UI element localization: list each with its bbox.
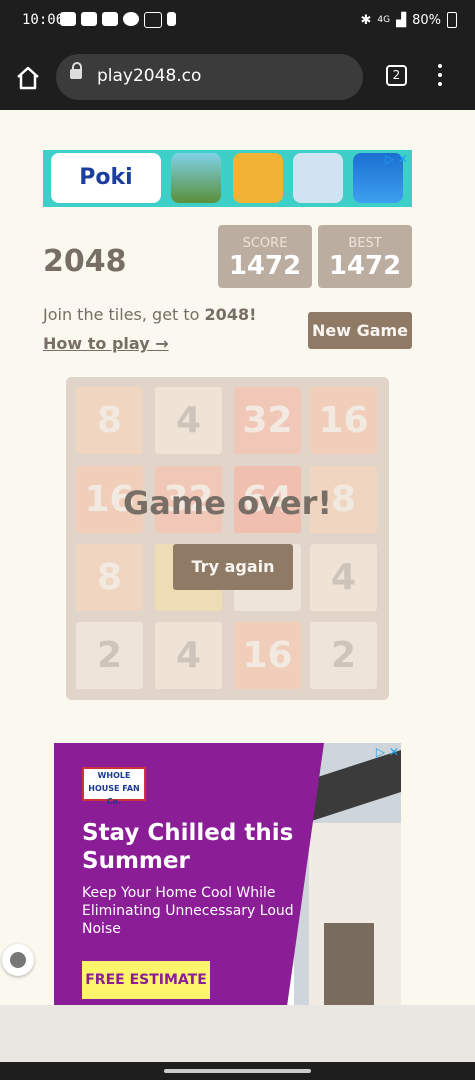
how-to-play-link[interactable]: How to play → <box>43 334 169 353</box>
address-bar[interactable]: play2048.co <box>56 54 363 100</box>
adchoices-icon[interactable]: ▷ ✕ <box>385 152 408 166</box>
advertiser-logo: WHOLE HOUSE FAN Co. <box>82 767 146 806</box>
tab-switcher-button[interactable]: 2 <box>386 65 407 86</box>
lock-icon <box>70 62 82 79</box>
aperture-icon <box>123 12 139 26</box>
home-icon[interactable] <box>14 64 42 92</box>
bottom-ad-banner[interactable]: WHOLE HOUSE FAN Co. Stay Chilled this Su… <box>54 743 401 1005</box>
ad-game-thumbnail <box>233 153 283 203</box>
floating-assistant-button[interactable] <box>2 944 34 976</box>
signal-icon: ▟ <box>396 12 407 28</box>
adchoices-icon[interactable]: ▷ ✕ <box>376 745 399 759</box>
ad-cta-button[interactable]: FREE ESTIMATE <box>82 961 210 999</box>
overflow-menu-icon[interactable] <box>437 64 443 88</box>
score-box: SCORE 1472 <box>218 225 312 288</box>
gesture-handle[interactable] <box>164 1069 311 1073</box>
bluetooth-icon: ✱ <box>360 12 372 28</box>
top-ad-banner[interactable]: Poki ▷ ✕ <box>43 150 412 207</box>
intro-text: Join the tiles, get to 2048! <box>43 305 257 324</box>
notification-icons <box>60 12 176 28</box>
score-value: 1472 <box>228 251 302 281</box>
battery-icon <box>447 12 457 28</box>
best-label: BEST <box>348 236 382 251</box>
status-right: ✱ 4G ▟ 80% <box>360 12 457 28</box>
network-icon: 4G <box>377 15 391 25</box>
youtube-icon <box>102 12 118 26</box>
intro-goal: 2048! <box>204 305 257 324</box>
browser-toolbar: play2048.co 2 <box>0 44 475 110</box>
game-over-message: Game over! <box>123 484 332 522</box>
url-text: play2048.co <box>97 66 202 86</box>
ad-game-thumbnail <box>293 153 343 203</box>
ad-game-thumbnail <box>171 153 221 203</box>
youtube-icon <box>60 12 76 26</box>
bottom-sticky-band <box>0 1005 475 1062</box>
ad-headline: Stay Chilled this Summer <box>82 820 294 874</box>
try-again-button[interactable]: Try again <box>173 544 293 590</box>
system-nav-bar <box>0 1062 475 1080</box>
game-board[interactable]: 8 4 32 16 16 32 64 8 8 4 2 4 2 4 16 2 Ga… <box>66 377 389 700</box>
house-window-shape <box>324 923 374 1005</box>
score-label: SCORE <box>242 236 288 251</box>
incognito-icon <box>144 12 162 28</box>
poki-logo: Poki <box>51 153 161 203</box>
ad-body-text: Keep Your Home Cool While Eliminating Un… <box>82 885 294 937</box>
new-game-button[interactable]: New Game <box>308 312 412 349</box>
game-title: 2048 <box>43 244 127 279</box>
best-value: 1472 <box>328 251 402 281</box>
best-box: BEST 1472 <box>318 225 412 288</box>
battery-saver-icon <box>167 12 176 26</box>
status-bar: 10:06 ✱ 4G ▟ 80% <box>0 0 475 44</box>
battery-percent: 80% <box>412 12 441 28</box>
game-over-overlay: Game over! Try again <box>66 377 389 700</box>
youtube-icon <box>81 12 97 26</box>
status-time: 10:06 <box>22 12 65 28</box>
